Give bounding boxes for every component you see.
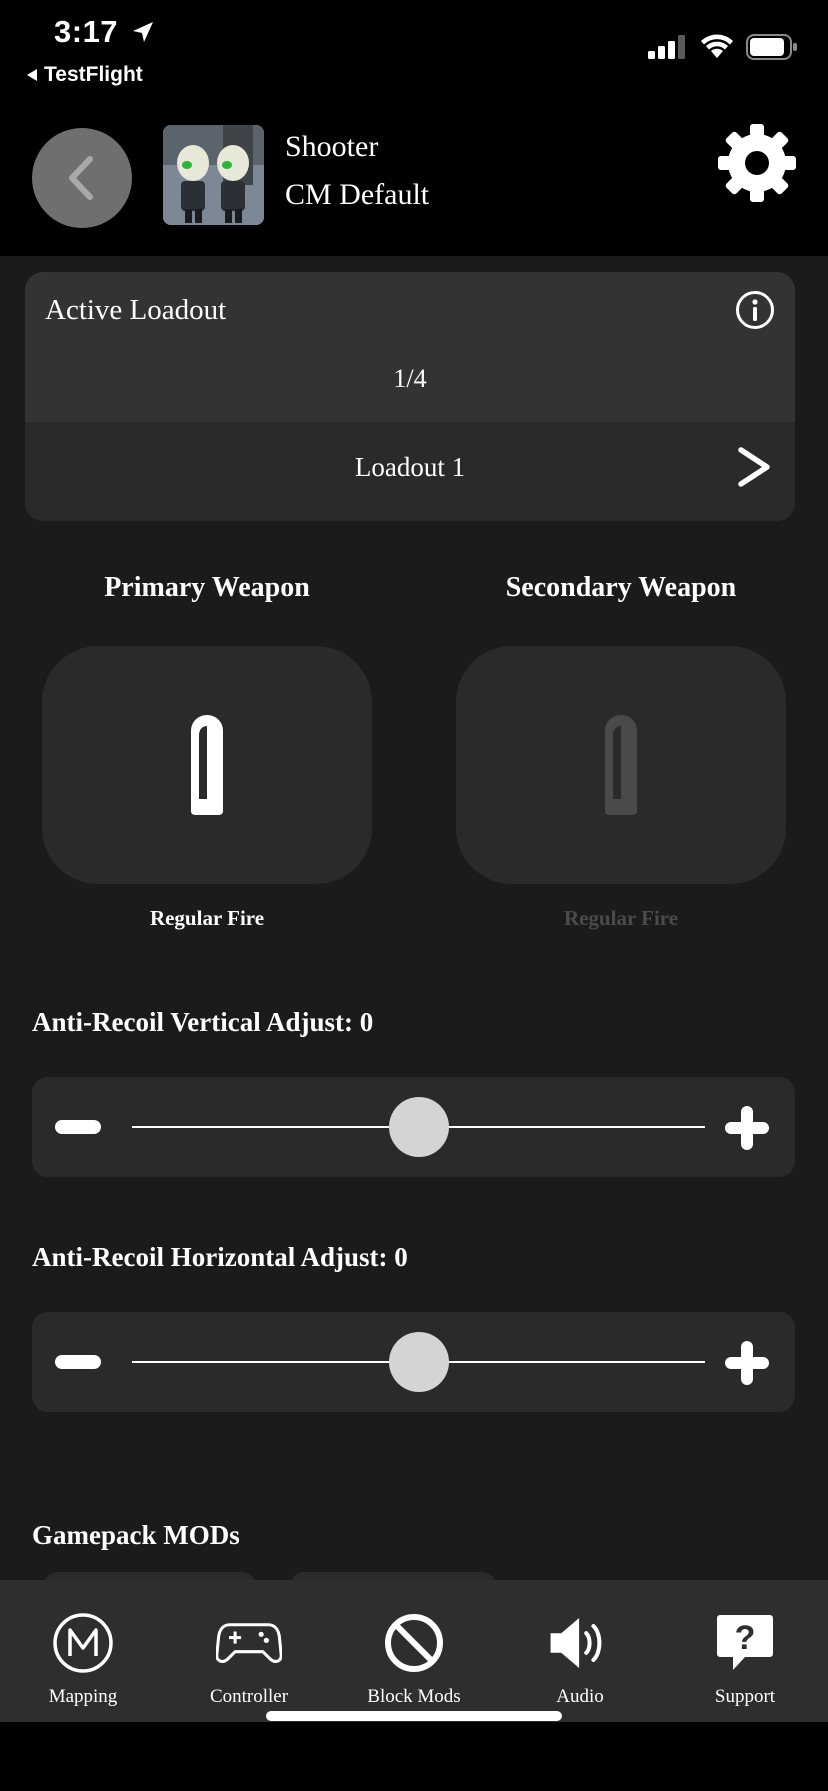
tab-support[interactable]: ? Support: [662, 1580, 828, 1722]
secondary-weapon-section: Secondary Weapon Regular Fire: [456, 572, 786, 931]
tab-mapping[interactable]: Mapping: [0, 1580, 166, 1722]
secondary-weapon-title: Secondary Weapon: [505, 572, 737, 603]
horizontal-adjust-slider: [32, 1312, 795, 1412]
game-thumbnail: [163, 125, 264, 225]
primary-fire-mode: Regular Fire: [149, 906, 265, 930]
mapping-m-icon: [53, 1613, 113, 1673]
vertical-slider-thumb[interactable]: [388, 1097, 449, 1157]
primary-weapon-title: Primary Weapon: [104, 572, 310, 603]
tab-block-mods[interactable]: Block Mods: [331, 1580, 497, 1722]
vertical-adjust-slider: [32, 1077, 795, 1177]
wifi-icon: [701, 34, 733, 58]
tab-label-controller: Controller: [209, 1686, 289, 1707]
back-app-label: TestFlight: [44, 63, 143, 86]
home-indicator[interactable]: [266, 1711, 562, 1721]
secondary-fire-mode: Regular Fire: [563, 906, 679, 930]
app-header: Shooter CM Default: [0, 98, 828, 256]
info-icon[interactable]: [735, 290, 775, 330]
horizontal-adjust-label: Anti-Recoil Horizontal Adjust: 0: [32, 1242, 408, 1272]
chevron-right-icon[interactable]: [733, 442, 777, 492]
primary-weapon-section: Primary Weapon Regular Fire: [42, 572, 372, 931]
chevron-left-icon: [69, 156, 93, 200]
signal-icon: [648, 35, 685, 59]
gear-icon[interactable]: [716, 122, 798, 204]
horizontal-slider-thumb[interactable]: [388, 1332, 449, 1392]
status-icons: [648, 34, 798, 60]
battery-icon: [746, 34, 797, 60]
secondary-weapon-button[interactable]: [456, 646, 786, 884]
tab-label-mapping: Mapping: [48, 1686, 118, 1707]
back-button[interactable]: [32, 128, 132, 228]
bullet-icon: [191, 715, 223, 815]
tab-audio[interactable]: Audio: [497, 1580, 663, 1722]
testflight-back-link[interactable]: TestFlight: [26, 63, 143, 87]
tab-controller[interactable]: Controller: [166, 1580, 332, 1722]
gamepack-mods-label: Gamepack MODs: [32, 1520, 240, 1550]
loadout-selector[interactable]: Loadout 1: [25, 452, 795, 483]
location-arrow-icon: [133, 22, 154, 42]
game-artwork-image: [163, 125, 264, 225]
profile-name: CM Default: [285, 178, 430, 211]
clock-text: 3:17: [54, 14, 119, 49]
horizontal-decrease-button[interactable]: [55, 1355, 101, 1369]
vertical-adjust-label: Anti-Recoil Vertical Adjust: 0: [32, 1007, 374, 1037]
help-bubble-icon: ?: [717, 1615, 773, 1670]
active-loadout-card: Active Loadout 1/4 Loadout 1: [25, 272, 795, 521]
vertical-decrease-button[interactable]: [55, 1120, 101, 1134]
tab-label-audio: Audio: [556, 1686, 604, 1707]
speaker-icon: [550, 1618, 602, 1668]
status-time: 3:17: [54, 14, 155, 50]
svg-text:?: ?: [735, 1619, 756, 1657]
loadout-count: 1/4: [393, 364, 427, 393]
tab-label-support: Support: [714, 1686, 776, 1707]
horizontal-increase-button[interactable]: [723, 1339, 771, 1387]
gamepad-icon: [216, 1623, 282, 1663]
active-loadout-label: Active Loadout: [45, 294, 227, 326]
vertical-increase-button[interactable]: [723, 1104, 771, 1152]
bullet-icon: [605, 715, 637, 815]
block-icon: [385, 1614, 443, 1672]
game-title: Shooter: [285, 130, 379, 163]
bottom-tab-bar: Mapping Controller Block Mods Audio ? Su…: [0, 1580, 828, 1722]
home-indicator-area: [0, 1722, 828, 1791]
back-triangle-icon: [27, 69, 37, 81]
primary-weapon-button[interactable]: [42, 646, 372, 884]
tab-label-block-mods: Block Mods: [367, 1686, 461, 1707]
status-bar: 3:17 TestFlight: [0, 0, 828, 98]
